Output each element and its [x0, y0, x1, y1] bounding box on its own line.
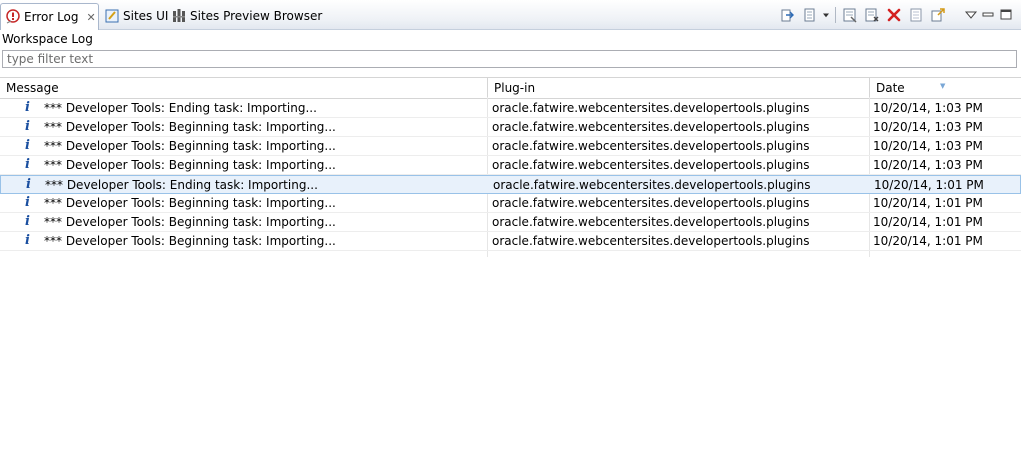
export-log-button[interactable]	[776, 6, 798, 24]
open-log-button[interactable]	[905, 6, 927, 24]
dropdown-icon	[823, 13, 829, 18]
table-row[interactable]: i *** Developer Tools: Beginning task: I…	[0, 213, 1021, 232]
view-menu-button[interactable]	[963, 6, 979, 24]
open-log-icon	[910, 8, 922, 22]
info-icon: i	[26, 177, 31, 192]
message-cell: *** Developer Tools: Beginning task: Imp…	[44, 215, 336, 229]
preview-browser-icon	[173, 8, 185, 22]
plugin-cell: oracle.fatwire.webcentersites.developert…	[493, 178, 811, 192]
tab-error-log[interactable]: Error Log ✕	[0, 3, 99, 30]
workspace-log-label: Workspace Log	[2, 32, 93, 46]
date-cell: 10/20/14, 1:01 PM	[873, 234, 983, 248]
clear-log-viewer-button[interactable]	[839, 6, 861, 24]
table-row[interactable]: i *** Developer Tools: Beginning task: I…	[0, 232, 1021, 251]
view-menu-icon	[964, 11, 978, 19]
table-row[interactable]: i *** Developer Tools: Beginning task: I…	[0, 194, 1021, 213]
restore-log-icon	[931, 8, 945, 22]
empty-row	[0, 251, 1021, 269]
log-table-body: i *** Developer Tools: Ending task: Impo…	[0, 99, 1021, 269]
date-cell: 10/20/14, 1:03 PM	[873, 120, 983, 134]
date-cell: 10/20/14, 1:01 PM	[874, 178, 984, 192]
dropdown-button[interactable]	[820, 6, 832, 24]
import-log-icon	[804, 8, 815, 22]
export-log-icon	[781, 9, 794, 22]
message-cell: *** Developer Tools: Ending task: Import…	[45, 178, 318, 192]
info-icon: i	[25, 214, 30, 229]
plugin-cell: oracle.fatwire.webcentersites.developert…	[492, 196, 810, 210]
info-icon: i	[25, 119, 30, 134]
column-header-label: Date	[876, 81, 905, 95]
column-header-message[interactable]: Message	[0, 78, 487, 98]
table-row-selected[interactable]: i *** Developer Tools: Ending task: Impo…	[0, 175, 1021, 194]
minimize-icon	[982, 12, 994, 17]
maximize-icon	[1000, 9, 1012, 20]
table-row[interactable]: i *** Developer Tools: Beginning task: I…	[0, 137, 1021, 156]
tab-sites-ui[interactable]: Sites UI	[100, 2, 168, 29]
info-icon: i	[25, 233, 30, 248]
date-cell: 10/20/14, 1:03 PM	[873, 101, 983, 115]
view-tab-bar: Error Log ✕ Sites UI Sites Preview Brows…	[0, 0, 1021, 30]
table-row[interactable]: i *** Developer Tools: Beginning task: I…	[0, 118, 1021, 137]
message-cell: *** Developer Tools: Beginning task: Imp…	[44, 158, 336, 172]
message-cell: *** Developer Tools: Beginning task: Imp…	[44, 234, 336, 248]
message-cell: *** Developer Tools: Beginning task: Imp…	[44, 139, 336, 153]
tab-label: Sites Preview Browser	[190, 8, 323, 23]
delete-icon	[887, 8, 901, 22]
date-cell: 10/20/14, 1:03 PM	[873, 139, 983, 153]
sort-descending-icon: ▼	[940, 82, 946, 90]
maximize-button[interactable]	[997, 6, 1015, 24]
minimize-button[interactable]	[979, 6, 997, 24]
restore-log-button[interactable]	[927, 6, 949, 24]
plugin-cell: oracle.fatwire.webcentersites.developert…	[492, 139, 810, 153]
date-cell: 10/20/14, 1:01 PM	[873, 215, 983, 229]
delete-button[interactable]	[883, 6, 905, 24]
info-icon: i	[25, 138, 30, 153]
import-log-button[interactable]	[798, 6, 820, 24]
toolbar-separator	[835, 7, 836, 23]
filter-input[interactable]	[2, 50, 1017, 68]
plugin-cell: oracle.fatwire.webcentersites.developert…	[492, 101, 810, 115]
column-header-plugin[interactable]: Plug-in	[487, 78, 869, 98]
table-row[interactable]: i *** Developer Tools: Beginning task: I…	[0, 156, 1021, 175]
info-icon: i	[25, 195, 30, 210]
sites-ui-icon	[105, 9, 119, 22]
plugin-cell: oracle.fatwire.webcentersites.developert…	[492, 215, 810, 229]
close-icon[interactable]: ✕	[87, 11, 96, 24]
tab-label: Error Log	[24, 10, 79, 24]
table-row[interactable]: i *** Developer Tools: Ending task: Impo…	[0, 99, 1021, 118]
view-toolbar	[776, 6, 1015, 24]
table-header: Message Plug-in Date ▼	[0, 77, 1021, 99]
date-cell: 10/20/14, 1:03 PM	[873, 158, 983, 172]
tab-sites-preview-browser[interactable]: Sites Preview Browser	[167, 2, 322, 29]
info-icon: i	[25, 100, 30, 115]
clear-log-viewer-icon	[843, 8, 857, 23]
column-header-date[interactable]: Date ▼	[869, 78, 1021, 98]
message-cell: *** Developer Tools: Beginning task: Imp…	[44, 196, 336, 210]
delete-log-button[interactable]	[861, 6, 883, 24]
message-cell: *** Developer Tools: Beginning task: Imp…	[44, 120, 336, 134]
date-cell: 10/20/14, 1:01 PM	[873, 196, 983, 210]
message-cell: *** Developer Tools: Ending task: Import…	[44, 101, 317, 115]
plugin-cell: oracle.fatwire.webcentersites.developert…	[492, 234, 810, 248]
plugin-cell: oracle.fatwire.webcentersites.developert…	[492, 120, 810, 134]
tab-label: Sites UI	[123, 8, 169, 23]
info-icon: i	[25, 157, 30, 172]
error-log-icon	[6, 9, 20, 24]
plugin-cell: oracle.fatwire.webcentersites.developert…	[492, 158, 810, 172]
delete-log-icon	[865, 8, 879, 22]
